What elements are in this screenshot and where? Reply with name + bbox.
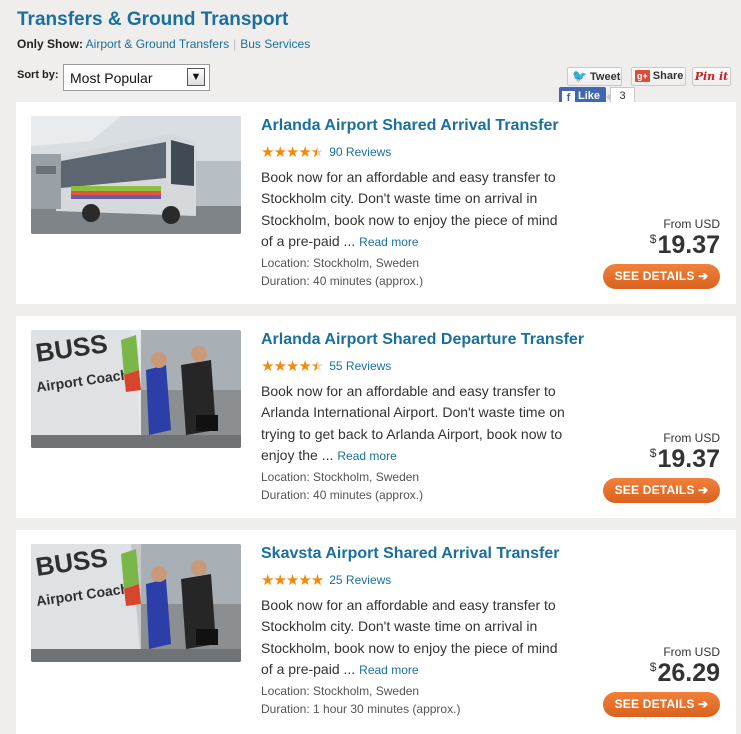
filter-separator: | [233,37,237,51]
filter-label: Only Show: [17,37,83,51]
see-details-button[interactable]: SEE DETAILS ➔ [603,692,720,717]
product-duration: Duration: 40 minutes (approx.) [261,488,424,502]
product-rating: ★★★★★ 90 Reviews [261,143,391,161]
star-rating-icon: ★★★★★ [261,144,324,161]
product-description: Book now for an affordable and easy tran… [261,167,571,253]
sort-label: Sort by: [17,69,59,81]
reviews-link[interactable]: 55 Reviews [329,359,391,373]
see-details-button[interactable]: SEE DETAILS ➔ [603,264,720,289]
sort-value: Most Popular [70,70,153,86]
star-rating-icon: ★★★★★ [261,358,324,375]
currency-symbol: $ [649,446,657,460]
share-label: Share [652,70,684,82]
currency-symbol: $ [649,232,657,246]
product-card: BUSS Airport Coach Arlanda Airport Share… [16,316,736,518]
see-details-button[interactable]: SEE DETAILS ➔ [603,478,720,503]
tweet-label: Tweet [590,71,621,83]
product-title[interactable]: Arlanda Airport Shared Departure Transfe… [261,331,584,349]
product-location: Location: Stockholm, Sweden [261,470,420,484]
product-card: Arlanda Airport Shared Arrival Transfer … [16,102,736,304]
product-description: Book now for an affordable and easy tran… [261,595,571,681]
product-card: BUSS Airport Coach Skavsta Airport Share… [16,530,736,734]
sort-select[interactable]: Most Popular ▼ [63,64,210,91]
price-value: 26.29 [657,659,720,687]
product-location: Location: Stockholm, Sweden [261,684,420,698]
product-title[interactable]: Skavsta Airport Shared Arrival Transfer [261,545,560,563]
filter-bar: Only Show: Airport & Ground Transfers | Bu… [17,37,310,51]
product-price: $26.29 [650,659,720,688]
product-price: $19.37 [650,445,720,474]
product-description: Book now for an affordable and easy tran… [261,381,571,467]
product-image[interactable]: BUSS Airport Coach [31,330,241,448]
product-rating: ★★★★★ 55 Reviews [261,357,391,375]
page-title: Transfers & Ground Transport [17,9,289,30]
see-details-label: SEE DETAILS [614,697,695,711]
like-label: Like [578,90,601,102]
read-more-link[interactable]: Read more [337,449,396,463]
from-label: From USD [663,431,720,445]
product-rating: ★★★★★ 25 Reviews [261,571,391,589]
product-image[interactable] [31,116,241,234]
google-plus-share-button[interactable]: g+ Share [631,67,686,86]
from-label: From USD [663,645,720,659]
tweet-button[interactable]: 🐦 Tweet [567,67,622,86]
read-more-link[interactable]: Read more [359,663,418,677]
see-details-label: SEE DETAILS [614,269,695,283]
pinterest-pin-button[interactable]: Pin it [692,67,731,86]
product-duration: Duration: 1 hour 30 minutes (approx.) [261,702,461,716]
filter-airport-transfers[interactable]: Airport & Ground Transfers [86,37,229,51]
description-text: Book now for an affordable and easy tran… [261,383,565,463]
read-more-link[interactable]: Read more [359,235,418,249]
currency-symbol: $ [649,660,657,674]
product-location: Location: Stockholm, Sweden [261,256,420,270]
see-details-label: SEE DETAILS [614,483,695,497]
product-duration: Duration: 40 minutes (approx.) [261,274,424,288]
product-image[interactable]: BUSS Airport Coach [31,544,241,662]
price-value: 19.37 [657,445,720,473]
reviews-link[interactable]: 90 Reviews [329,145,391,159]
chevron-down-icon[interactable]: ▼ [187,68,205,86]
arrow-right-icon: ➔ [698,697,709,711]
from-label: From USD [663,217,720,231]
star-rating-icon: ★★★★★ [261,572,324,589]
price-value: 19.37 [657,231,720,259]
arrow-right-icon: ➔ [698,483,709,497]
arrow-right-icon: ➔ [698,269,709,283]
twitter-bird-icon: 🐦 [572,69,587,83]
product-price: $19.37 [650,231,720,260]
reviews-link[interactable]: 25 Reviews [329,573,391,587]
product-title[interactable]: Arlanda Airport Shared Arrival Transfer [261,117,559,135]
filter-bus-services[interactable]: Bus Services [240,37,310,51]
google-plus-icon: g+ [635,70,650,82]
